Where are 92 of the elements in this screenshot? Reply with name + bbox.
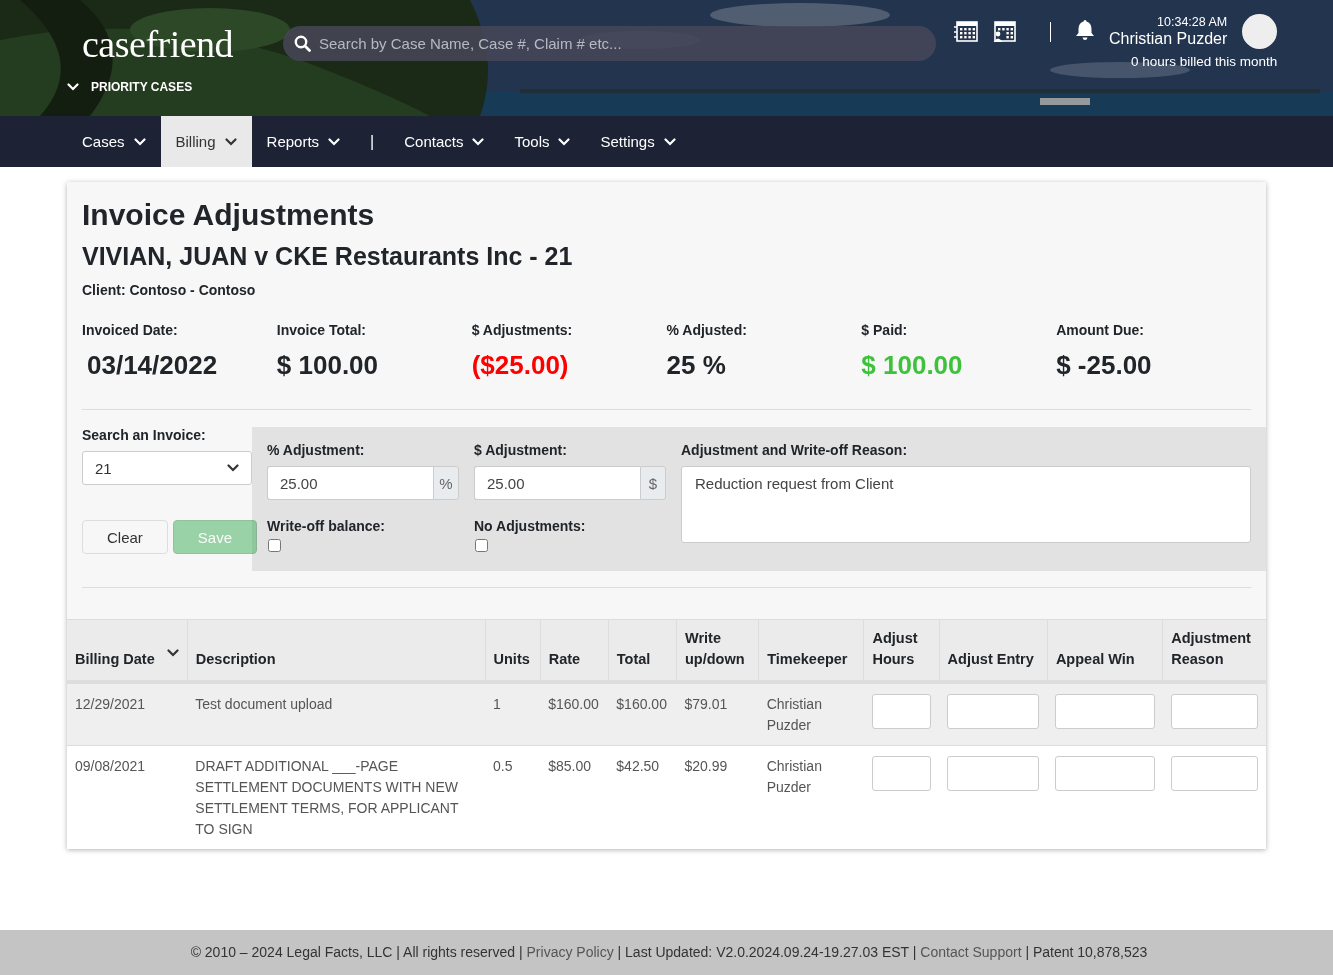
number-field[interactable]: 25.00: [267, 466, 433, 500]
column-header: Total: [608, 619, 677, 682]
field-label: Adjustment and Write-off Reason:: [681, 442, 909, 458]
footer-link[interactable]: Privacy Policy: [526, 944, 614, 960]
summary-value: ($25.00): [471, 350, 570, 381]
column-header: Timekeeper: [758, 619, 864, 682]
column-header: Rate: [540, 619, 609, 682]
calendar-icon[interactable]: [954, 19, 980, 43]
table-cell: $42.50: [608, 745, 677, 849]
invoice-select[interactable]: 21: [82, 451, 252, 485]
table-cell: $20.99: [676, 745, 759, 849]
table-cell: $160.00: [608, 682, 677, 746]
chevron-icon: [67, 83, 79, 91]
case-title: VIVIAN, JUAN v CKE Restaurants Inc - 21: [82, 241, 574, 272]
summary-label: % Adjusted:: [666, 322, 748, 338]
caret-icon: [224, 137, 237, 146]
entry-field[interactable]: [947, 694, 1040, 729]
summary-value: 03/14/2022: [87, 350, 219, 381]
nav-tab[interactable]: Tools: [499, 116, 586, 167]
table-cell: Christian Puzder: [758, 682, 864, 746]
table-cell: $79.01: [676, 682, 759, 746]
summary-label: Amount Due:: [1056, 322, 1146, 338]
column-header: Adjust Entry: [939, 619, 1048, 682]
table-cell: 1: [485, 682, 541, 746]
table-cell: 09/08/2021: [67, 745, 188, 849]
column-header[interactable]: Billing Date: [67, 619, 188, 682]
client-name: Client: Contoso - Contoso: [82, 282, 257, 298]
unit-addon: %: [433, 466, 459, 500]
table-cell: Christian Puzder: [758, 745, 864, 849]
entry-field[interactable]: [1055, 756, 1155, 791]
summary-label: Invoice Total:: [276, 322, 368, 338]
search-icon: [294, 35, 311, 52]
column-header: Write up/down: [676, 619, 759, 682]
caret-icon: [663, 137, 676, 146]
sort-caret-icon: [166, 649, 179, 657]
unit-addon: $: [640, 466, 666, 500]
nav-separator: |: [369, 131, 376, 152]
table-cell: $160.00: [540, 682, 609, 746]
summary-label: $ Adjustments:: [471, 322, 574, 338]
user-name[interactable]: Christian Puzder: [1109, 30, 1228, 48]
number-field[interactable]: 25.00: [474, 466, 640, 500]
calendar-person-icon[interactable]: [992, 19, 1018, 43]
field-label: Write-off balance:: [267, 518, 386, 534]
entry-field[interactable]: [1055, 694, 1155, 729]
summary-value: $ -25.00: [1056, 350, 1153, 381]
column-header: Appeal Win: [1047, 619, 1163, 682]
action-button[interactable]: Clear: [82, 520, 168, 554]
caret-icon: [328, 137, 341, 146]
summary-value: 25 %: [666, 350, 727, 381]
field-label: Search an Invoice:: [82, 427, 207, 443]
nav-tab[interactable]: Contacts: [389, 116, 500, 167]
caret-icon: [133, 137, 146, 146]
table-cell: 12/29/2021: [67, 682, 188, 746]
summary-label: Invoiced Date:: [82, 322, 179, 338]
table-cell: DRAFT ADDITIONAL ___-PAGE SETTLEMENT DOCUMENTS WITH NEW SETTLEMENT TERMS, FOR APPLICANT TO SIGN: [187, 745, 486, 849]
caret-icon: [472, 137, 485, 146]
search-field[interactable]: Search by Case Name, Case #, Claim # etc...: [283, 26, 936, 61]
table-cell: $85.00: [540, 745, 609, 849]
nav-tab[interactable]: Settings: [585, 116, 691, 167]
footer-text: © 2010 – 2024 Legal Facts, LLC | All rights reserved | Privacy Policy | Last Updated: V2.0.2024.09.24-19.27.03 EST | Contact Support | Patent 10,878,523: [189, 943, 1149, 962]
logo[interactable]: casefriend: [82, 22, 282, 66]
column-header: Adjustment Reason: [1162, 619, 1266, 682]
entry-field[interactable]: [871, 694, 932, 729]
field-label: $ Adjustment:: [474, 442, 568, 458]
summary-value: $ 100.00: [861, 350, 964, 381]
nav-tab[interactable]: Cases: [67, 116, 161, 167]
footer-link[interactable]: Contact Support: [920, 944, 1022, 960]
entry-field[interactable]: [1170, 694, 1258, 729]
hours-billed: 0 hours billed this month: [1130, 54, 1278, 69]
entry-field[interactable]: [1170, 756, 1258, 791]
reason-field[interactable]: Reduction request from Client: [681, 466, 1251, 543]
column-header: Description: [187, 619, 486, 682]
field-label: % Adjustment:: [267, 442, 366, 458]
entry-field[interactable]: [871, 756, 932, 791]
column-header: Units: [485, 619, 541, 682]
table-cell: Test document upload: [187, 682, 486, 746]
table-cell: 0.5: [485, 745, 541, 849]
bell-icon[interactable]: [1075, 19, 1095, 41]
checkbox[interactable]: [475, 539, 488, 552]
nav-tab[interactable]: Billing: [160, 116, 252, 167]
caret-icon: [558, 137, 571, 146]
nav-tab[interactable]: Reports: [251, 116, 356, 167]
summary-value: $ 100.00: [276, 350, 380, 381]
checkbox[interactable]: [268, 539, 281, 552]
clock-time: 10:34:28 AM: [1157, 15, 1228, 29]
entry-field[interactable]: [947, 756, 1040, 791]
page-title: Invoice Adjustments: [82, 198, 376, 232]
summary-label: $ Paid:: [861, 322, 909, 338]
priority-cases-link[interactable]: PRIORITY CASES: [91, 80, 193, 94]
chevron-icon: [227, 464, 239, 472]
field-label: No Adjustments:: [474, 518, 587, 534]
column-header: Adjust Hours: [863, 619, 940, 682]
